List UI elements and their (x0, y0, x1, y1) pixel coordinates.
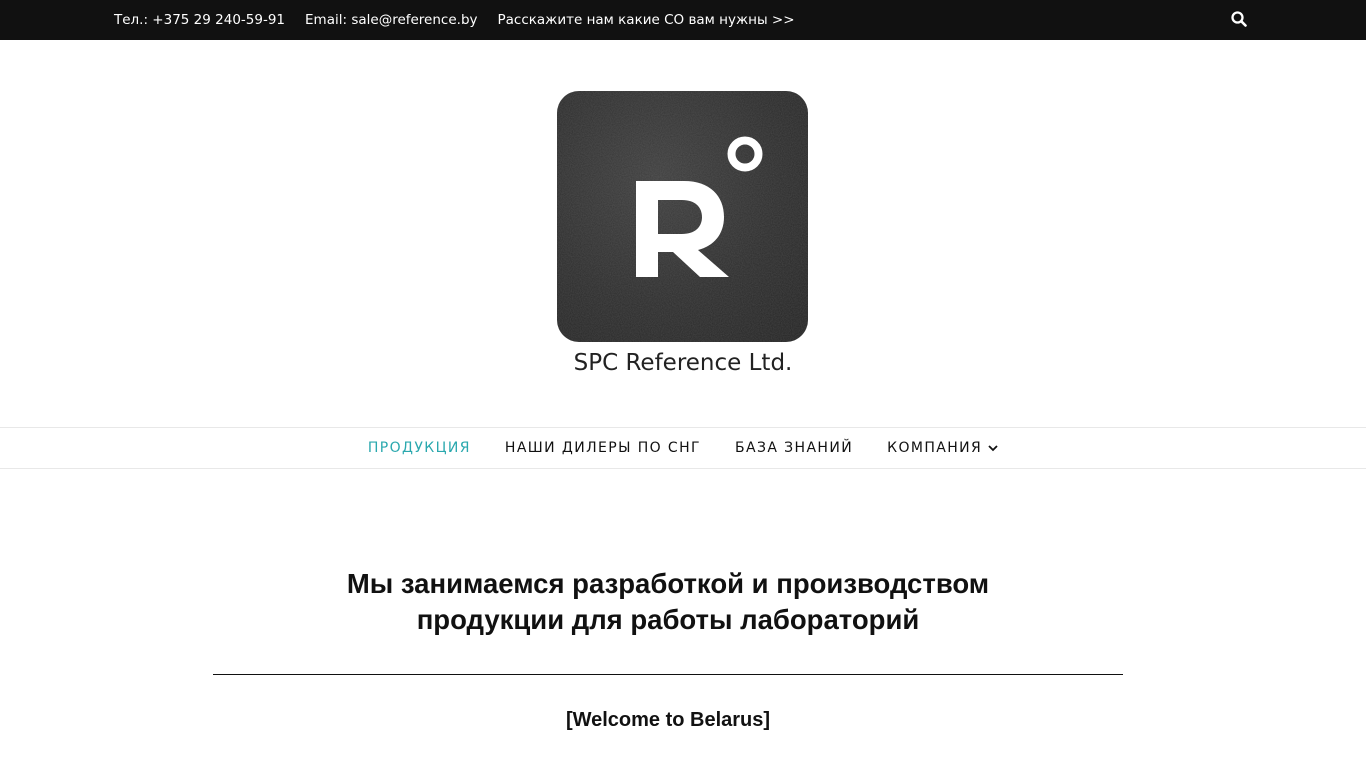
chevron-down-icon (988, 444, 998, 452)
main-navigation: ПРОДУКЦИЯ НАШИ ДИЛЕРЫ ПО СНГ БАЗА ЗНАНИЙ… (0, 427, 1366, 469)
headline-line-1: Мы занимаемся разработкой и производство… (346, 568, 990, 599)
headline-line-2: продукции для работы лабораторий (416, 604, 920, 635)
site-title[interactable]: SPC Reference Ltd. (0, 350, 1366, 376)
search-button[interactable] (1228, 8, 1250, 30)
section-divider (213, 674, 1123, 675)
welcome-text: [Welcome to Belarus] (565, 709, 771, 731)
main-headline: Мы занимаемся разработкой и производство… (213, 566, 1123, 638)
site-logo[interactable] (557, 91, 808, 342)
email-link[interactable]: Email: sale@reference.by (305, 12, 477, 28)
request-materials-link[interactable]: Расскажите нам какие СО вам нужны >> (498, 12, 795, 28)
phone-link[interactable]: Тел.: +375 29 240-59-91 (114, 12, 285, 28)
nav-item-company-label: КОМПАНИЯ (887, 440, 983, 456)
nav-item-knowledge-base[interactable]: БАЗА ЗНАНИЙ (735, 440, 853, 456)
contact-info: Тел.: +375 29 240-59-91 Email: sale@refe… (114, 0, 815, 40)
nav-item-dealers[interactable]: НАШИ ДИЛЕРЫ ПО СНГ (505, 440, 701, 456)
search-icon (1231, 11, 1247, 27)
nav-item-company[interactable]: КОМПАНИЯ (887, 440, 998, 456)
nav-item-products[interactable]: ПРОДУКЦИЯ (368, 440, 471, 456)
top-bar: Тел.: +375 29 240-59-91 Email: sale@refe… (0, 0, 1366, 40)
logo-r-degree-icon (557, 91, 808, 342)
